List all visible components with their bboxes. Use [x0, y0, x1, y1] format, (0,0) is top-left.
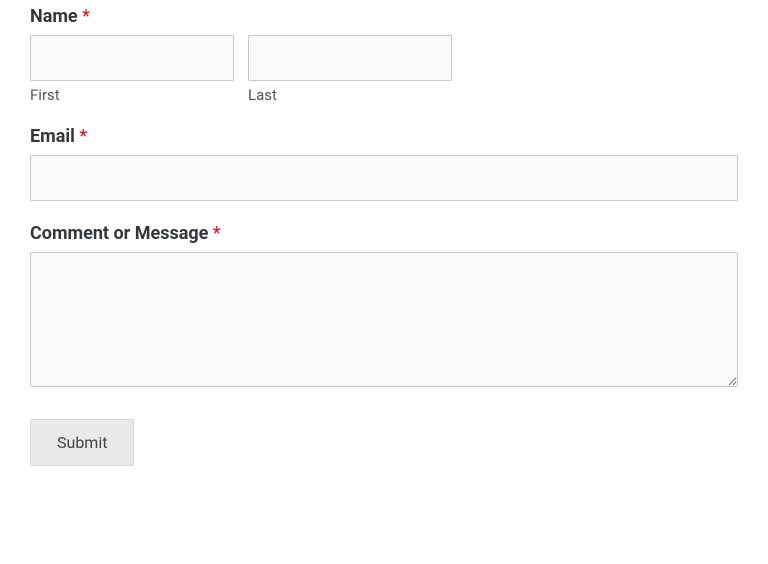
message-label-text: Comment or Message [30, 223, 208, 244]
message-textarea[interactable] [30, 252, 738, 387]
message-label: Comment or Message * [30, 223, 738, 244]
message-required-mark: * [213, 223, 221, 244]
email-field-group: Email * [30, 126, 738, 201]
last-name-sublabel: Last [248, 86, 452, 104]
last-name-column: Last [248, 35, 452, 104]
name-label: Name * [30, 6, 738, 27]
name-label-text: Name [30, 6, 78, 27]
email-input[interactable] [30, 155, 738, 201]
first-name-column: First [30, 35, 234, 104]
email-label: Email * [30, 126, 738, 147]
name-row: First Last [30, 35, 452, 104]
contact-form: Name * First Last Email * Comment or Mes… [30, 6, 738, 466]
name-required-mark: * [82, 6, 90, 27]
message-field-group: Comment or Message * [30, 223, 738, 391]
email-label-text: Email [30, 126, 75, 147]
last-name-input[interactable] [248, 35, 452, 81]
email-required-mark: * [79, 126, 87, 147]
first-name-input[interactable] [30, 35, 234, 81]
submit-button[interactable]: Submit [30, 419, 134, 466]
name-field-group: Name * First Last [30, 6, 738, 104]
first-name-sublabel: First [30, 86, 234, 104]
